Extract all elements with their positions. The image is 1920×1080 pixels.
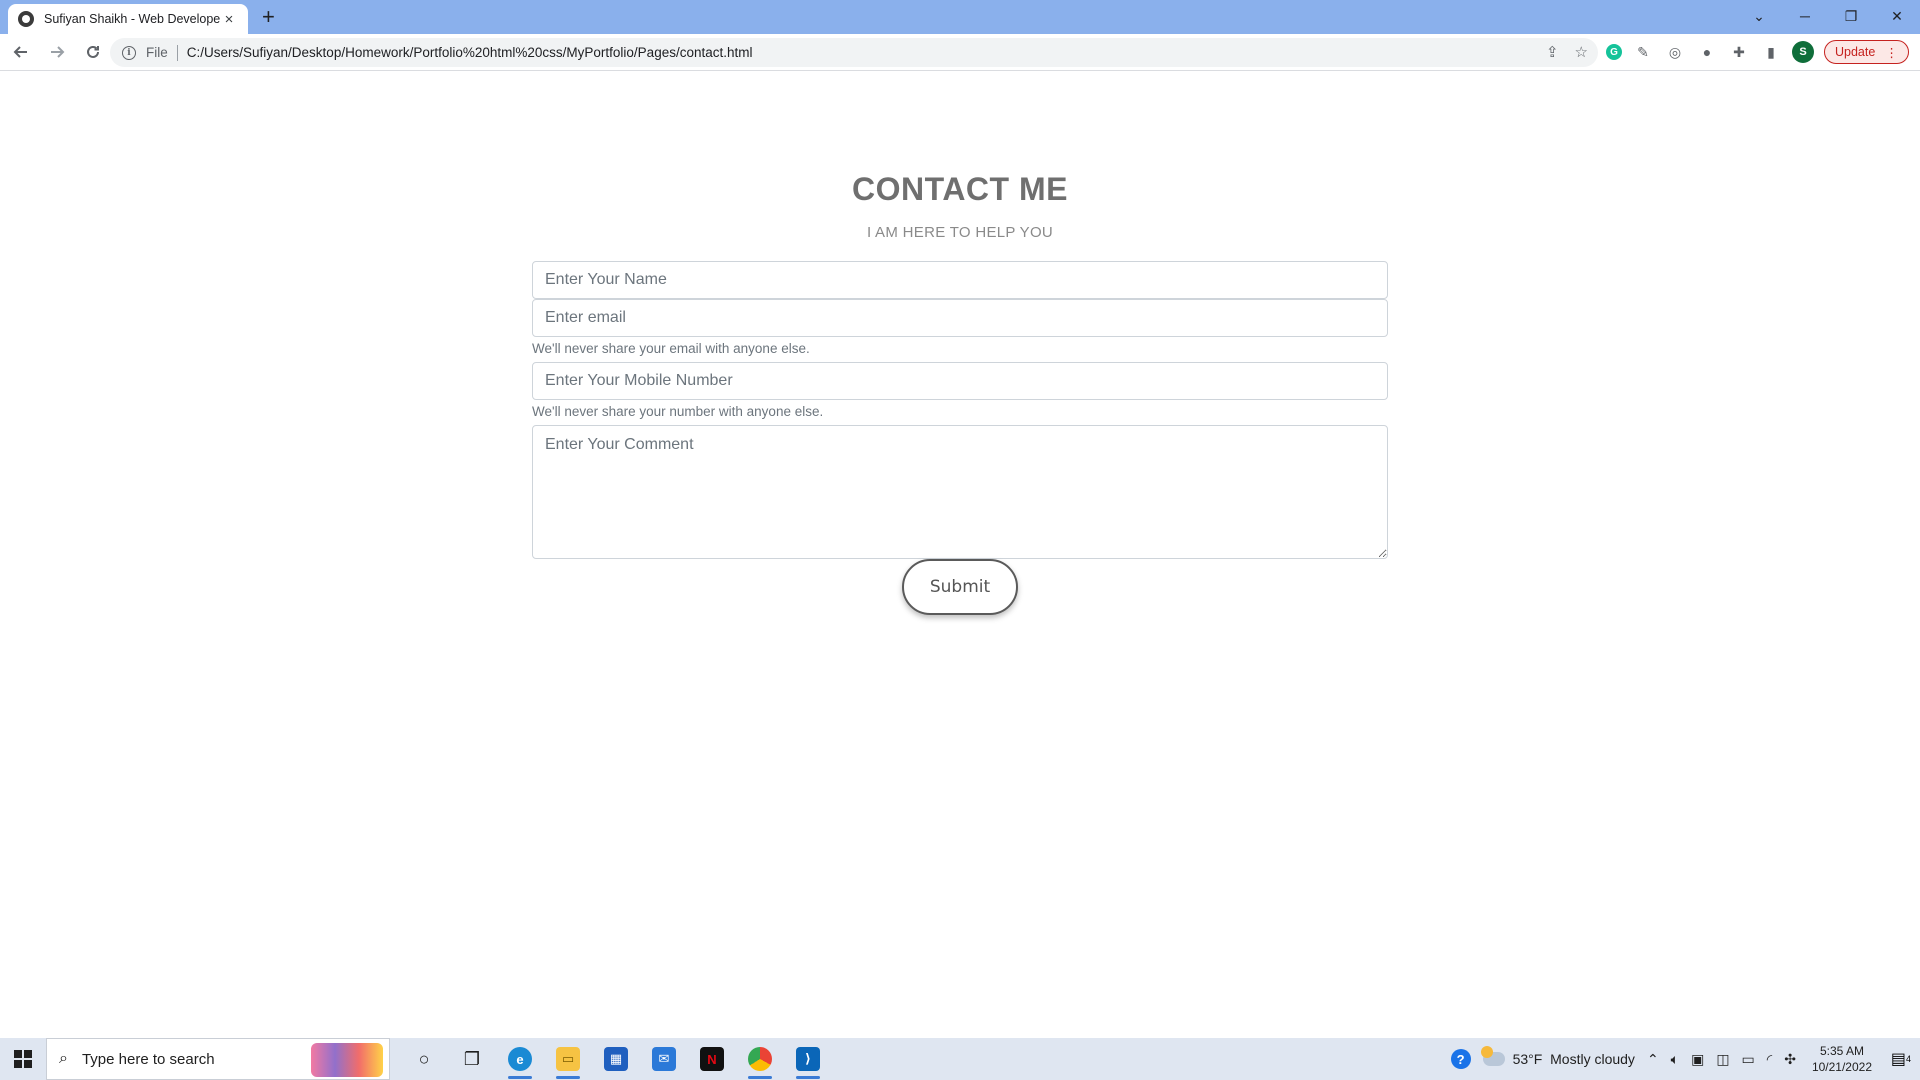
search-icon: ⌕ <box>59 1050 68 1067</box>
task-view-icon[interactable]: ❐ <box>448 1038 496 1080</box>
reload-icon <box>87 45 99 58</box>
cookie-extension-icon[interactable]: ● <box>1696 41 1718 63</box>
page-content: CONTACT ME I AM HERE TO HELP YOU We'll n… <box>0 71 1920 1038</box>
notification-center-icon[interactable]: ▤ 4 <box>1882 1038 1920 1080</box>
reload-button[interactable] <box>78 37 108 67</box>
page-title: CONTACT ME <box>852 171 1068 207</box>
forward-arrow-icon <box>51 46 65 58</box>
weather-temp: 53°F <box>1512 1051 1543 1067</box>
tab-strip: Sufiyan Shaikh - Web Developer × + ⌄ ─ ❐… <box>0 0 1920 34</box>
system-tray: ? 53°F Mostly cloudy ⌃ 🔈︎ ▣ ◫ ▭ ◜ ✣ 5:35… <box>1445 1038 1920 1080</box>
help-icon[interactable]: ? <box>1450 1049 1471 1069</box>
share-icon[interactable]: ⇪ <box>1546 43 1559 61</box>
tab-title: Sufiyan Shaikh - Web Developer <box>44 12 220 26</box>
url-text[interactable]: C:/Users/Sufiyan/Desktop/Homework/Portfo… <box>187 45 753 60</box>
page-subtitle: I AM HERE TO HELP YOU <box>866 224 1054 241</box>
mail-app-icon[interactable]: ✉ <box>640 1038 688 1080</box>
forward-button[interactable] <box>42 37 72 67</box>
file-explorer-icon[interactable]: ▭ <box>544 1038 592 1080</box>
contact-form: We'll never share your email with anyone… <box>532 261 1388 615</box>
chevron-up-icon[interactable]: ⌃ <box>1647 1051 1659 1068</box>
weather-desc: Mostly cloudy <box>1550 1051 1635 1067</box>
extensions-area: G ✎ ◎ ● ✚ ▮ S Update ⋮ <box>1606 40 1909 64</box>
restore-button[interactable]: ❐ <box>1828 0 1874 32</box>
email-help-text: We'll never share your email with anyone… <box>532 341 810 356</box>
clock-time: 5:35 AM <box>1819 1044 1864 1058</box>
tab-search-button[interactable]: ⌄ <box>1736 0 1782 32</box>
extensions-puzzle-icon[interactable]: ✚ <box>1728 41 1750 63</box>
comment-textarea[interactable] <box>532 425 1388 559</box>
volume-icon[interactable]: 🔈︎ <box>1671 1051 1679 1068</box>
security-icon[interactable]: ◫ <box>1716 1051 1729 1068</box>
grammarly-extension-icon[interactable]: G <box>1606 44 1622 60</box>
windows-taskbar: ⌕ Type here to search ○ ❐ e ▭ ▦ ✉ N ⟩ ? … <box>0 1038 1920 1080</box>
taskbar-search-text: Type here to search <box>81 1050 215 1068</box>
clock-date: 10/21/2022 <box>1811 1060 1872 1074</box>
netflix-app-icon[interactable]: N <box>688 1038 736 1080</box>
weather-widget[interactable]: 53°F Mostly cloudy <box>1480 1046 1635 1067</box>
bookmark-star-icon[interactable]: ☆ <box>1575 43 1588 61</box>
search-highlight-image <box>311 1043 383 1077</box>
site-favicon-icon <box>18 11 34 27</box>
kebab-menu-icon: ⋮ <box>1885 45 1898 60</box>
close-window-button[interactable]: ✕ <box>1874 0 1920 32</box>
tab-close-icon[interactable]: × <box>220 11 238 28</box>
submit-button[interactable]: Submit <box>902 559 1018 615</box>
meet-now-icon[interactable]: ▣ <box>1691 1051 1704 1068</box>
email-input[interactable] <box>532 299 1388 337</box>
browser-toolbar: i File C:/Users/Sufiyan/Desktop/Homework… <box>0 34 1920 71</box>
taskbar-apps: ○ ❐ e ▭ ▦ ✉ N ⟩ <box>400 1038 832 1080</box>
omnibox-divider <box>176 44 178 61</box>
cortana-icon[interactable]: ○ <box>400 1038 448 1080</box>
back-button[interactable] <box>6 37 36 67</box>
vscode-app-icon[interactable]: ⟩ <box>784 1038 832 1080</box>
battery-icon[interactable]: ▭ <box>1742 1051 1755 1068</box>
window-controls: ⌄ ─ ❐ ✕ <box>1736 0 1920 32</box>
submit-wrapper: Submit <box>532 559 1388 615</box>
address-bar[interactable]: i File C:/Users/Sufiyan/Desktop/Homework… <box>110 38 1598 67</box>
mobile-help-text: We'll never share your number with anyon… <box>532 404 824 419</box>
microsoft-store-icon[interactable]: ▦ <box>592 1038 640 1080</box>
windows-logo-icon <box>14 1050 32 1068</box>
profile-avatar[interactable]: S <box>1792 41 1814 63</box>
dropbox-icon[interactable]: ✣ <box>1784 1051 1796 1068</box>
url-scheme: File <box>146 45 168 60</box>
system-clock[interactable]: 5:35 AM 10/21/2022 <box>1812 1043 1872 1075</box>
minimize-button[interactable]: ─ <box>1782 0 1828 32</box>
back-arrow-icon <box>13 46 27 58</box>
wifi-icon[interactable]: ◜ <box>1767 1051 1772 1068</box>
name-input[interactable] <box>532 261 1388 299</box>
taskbar-search[interactable]: ⌕ Type here to search <box>46 1038 390 1080</box>
info-icon[interactable]: i <box>122 45 136 60</box>
weather-cloudy-icon <box>1480 1046 1505 1066</box>
update-label: Update <box>1835 45 1876 59</box>
new-tab-button[interactable]: + <box>262 6 275 28</box>
chrome-app-icon[interactable] <box>736 1038 784 1080</box>
notification-count: 4 <box>1906 1054 1912 1064</box>
browser-tab[interactable]: Sufiyan Shaikh - Web Developer × <box>8 4 248 34</box>
mobile-input[interactable] <box>532 362 1388 400</box>
extension-circle-icon[interactable]: ◎ <box>1664 41 1686 63</box>
edge-app-icon[interactable]: e <box>496 1038 544 1080</box>
side-panel-icon[interactable]: ▮ <box>1760 41 1782 63</box>
extension-badge-icon[interactable]: ✎ <box>1632 41 1654 63</box>
start-button[interactable] <box>0 1038 46 1080</box>
update-button[interactable]: Update ⋮ <box>1824 40 1909 64</box>
